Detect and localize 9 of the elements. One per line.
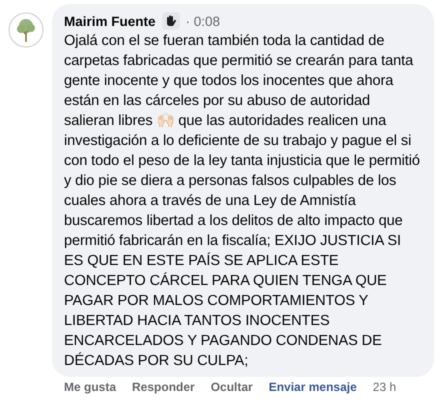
- comment-text: Ojalá con el se fueran también toda la cantidad de carpetas fabricadas que permitió se crearán para tanta gente inocente y que todos los inocentes que ahora están en las cárceles por su abuso de autoridad salieran libres 🙌🏻 que las autoridades realicen una investigación a lo deficiente de su trabajo y pague el si con todo el peso de la ley tanta injusticia que le permitió y dio pie se diera a personas falsos culpables de los cuales ahora a través de una Ley de Amnistía buscaremos libertad a los delitos de alto impacto que permitió fabricarán en la fiscalía; EXIJO JUSTICIA SI ES QUE EN ESTE PAÍS SE APLICA ESTE CONCEPTO CÁRCEL PARA QUIEN TENGA QUE PAGAR POR MALOS COMPORTAMIENTOS Y LIBERTAD HACIA TANTOS INOCENTES ENCARCELADOS Y PAGANDO CONDENAS DE DÉCADAS POR SU CULPA;: [64, 32, 421, 371]
- action-link[interactable]: Me gusta: [64, 380, 116, 394]
- action-link[interactable]: Ocultar: [210, 380, 253, 394]
- timestamp[interactable]: 23 h: [372, 380, 396, 394]
- author-name[interactable]: Mairim Fuente: [64, 14, 156, 28]
- avatar-icon[interactable]: [8, 12, 44, 48]
- video-timestamp[interactable]: · 0:08: [186, 14, 220, 28]
- action-link[interactable]: Responder: [132, 380, 195, 394]
- send-message-link[interactable]: Enviar mensaje: [268, 380, 357, 394]
